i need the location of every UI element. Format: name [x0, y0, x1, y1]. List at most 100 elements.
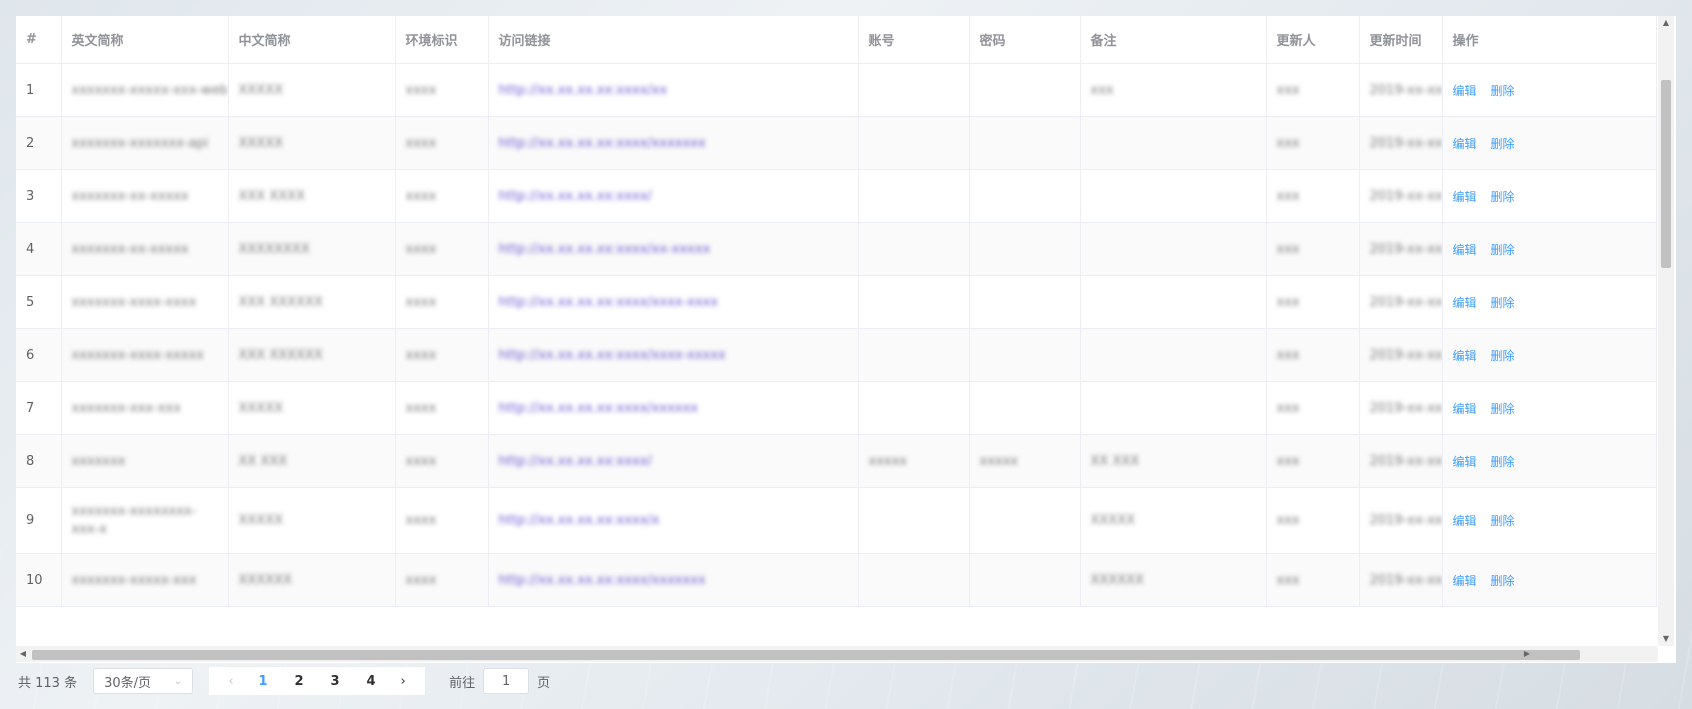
cell-url-text[interactable]: http://xx.xx.xx.xx:xxxx/xxxx-xxxx	[499, 295, 719, 310]
next-page-button[interactable]: ›	[389, 674, 417, 689]
vertical-scrollbar[interactable]: ▲ ▼	[1658, 16, 1674, 646]
cell-time: 2019-xx-xx xx:xx	[1359, 328, 1443, 382]
scroll-right-arrow-icon[interactable]: ▶	[1522, 649, 1532, 659]
delete-button[interactable]: 删除	[1491, 137, 1515, 151]
cell-no: 6	[16, 328, 62, 382]
cell-remark-text: xxx	[1090, 82, 1114, 98]
cell-url[interactable]: http://xx.xx.xx.xx:xxxx/xxxx-xxxxx	[488, 328, 859, 382]
cell-url[interactable]: http://xx.xx.xx.xx:xxxx/xx	[488, 63, 859, 117]
cell-account: xxxxx	[858, 434, 970, 488]
cell-url-text[interactable]: http://xx.xx.xx.xx:xxxx/xxxx-xxxxx	[499, 348, 726, 363]
cell-time-text: 2019-xx-xx xx:xx	[1369, 188, 1442, 204]
cell-account	[858, 381, 970, 435]
goto-page-input[interactable]	[483, 668, 530, 694]
edit-button[interactable]: 编辑	[1453, 137, 1477, 151]
edit-button[interactable]: 编辑	[1453, 349, 1477, 363]
delete-button[interactable]: 删除	[1491, 574, 1515, 588]
cell-no-text: 2	[26, 135, 35, 151]
page-button-4[interactable]: 4	[353, 674, 389, 689]
cell-url[interactable]: http://xx.xx.xx.xx:xxxx/xxxxxxx	[488, 116, 859, 170]
cell-time-text: 2019-xx-xx xx:xx	[1369, 135, 1442, 151]
table-row: 2 xxxxxxx-xxxxxxx-api XXXXX xxxx http://xx.x…	[16, 116, 1657, 170]
edit-button[interactable]: 编辑	[1453, 455, 1477, 469]
cell-url-text[interactable]: http://xx.xx.xx.xx:xxxx/	[499, 454, 652, 469]
cell-updater: xxx	[1266, 116, 1360, 170]
cell-no-text: 4	[26, 241, 35, 257]
cell-url-text[interactable]: http://xx.xx.xx.xx:xxxx/xxxxxxx	[499, 136, 706, 151]
cell-url-text[interactable]: http://xx.xx.xx.xx:xxxx/xxxxxx	[499, 401, 698, 416]
cell-no: 5	[16, 275, 62, 329]
cell-updater: xxx	[1266, 275, 1360, 329]
cell-env: xxxx	[395, 116, 489, 170]
page-button-2[interactable]: 2	[281, 674, 317, 689]
cell-url-text[interactable]: http://xx.xx.xx.xx:xxxx/	[499, 189, 652, 204]
cell-no-text: 5	[26, 294, 35, 310]
cell-cn-text: XXX XXXXXX	[238, 347, 323, 363]
env-links-table: # 英文简称 中文简称 环境标识 访问链接 账号 密码 备注 更新人 更新时间 操作 1 xxxxxx…	[16, 16, 1657, 607]
cell-url[interactable]: http://xx.xx.xx.xx:xxxx/xxxxxx	[488, 381, 859, 435]
edit-button[interactable]: 编辑	[1453, 574, 1477, 588]
delete-button[interactable]: 删除	[1491, 455, 1515, 469]
cell-remark	[1080, 169, 1267, 223]
cell-password	[969, 169, 1081, 223]
cell-url-text[interactable]: http://xx.xx.xx.xx:xxxx/xx-xxxxx	[499, 242, 711, 257]
page-size-select[interactable]: 30条/页 ⌄	[93, 668, 194, 694]
cell-cn: XXXXXXXX	[228, 222, 396, 276]
column-header: #	[16, 16, 62, 64]
cell-env: xxxx	[395, 434, 489, 488]
cell-url[interactable]: http://xx.xx.xx.xx:xxxx/	[488, 169, 859, 223]
scroll-down-arrow-icon[interactable]: ▼	[1661, 634, 1671, 644]
cell-url[interactable]: http://xx.xx.xx.xx:xxxx/xxxx-xxxx	[488, 275, 859, 329]
cell-account	[858, 116, 970, 170]
delete-button[interactable]: 删除	[1491, 190, 1515, 204]
edit-button[interactable]: 编辑	[1453, 514, 1477, 528]
page-button-3[interactable]: 3	[317, 674, 353, 689]
table-body: 1 xxxxxxx-xxxxx-xxx-web XXXXX xxxx http://xx…	[16, 63, 1657, 607]
cell-updater: xxx	[1266, 328, 1360, 382]
edit-button[interactable]: 编辑	[1453, 190, 1477, 204]
edit-button[interactable]: 编辑	[1453, 84, 1477, 98]
delete-button[interactable]: 删除	[1491, 402, 1515, 416]
pagination: 共 113 条 30条/页 ⌄ ‹ 1 2 3 4 › 前往 页	[18, 667, 550, 695]
cell-updater: xxx	[1266, 553, 1360, 607]
scroll-up-arrow-icon[interactable]: ▲	[1661, 18, 1671, 28]
cell-url[interactable]: http://xx.xx.xx.xx:xxxx/xx-xxxxx	[488, 222, 859, 276]
delete-button[interactable]: 删除	[1491, 296, 1515, 310]
cell-url-text[interactable]: http://xx.xx.xx.xx:xxxx/xx	[499, 83, 668, 98]
cell-cn-text: XXX XXXXXX	[238, 294, 323, 310]
cell-env-text: xxxx	[405, 241, 437, 257]
cell-cn: XXXXX	[228, 116, 396, 170]
edit-button[interactable]: 编辑	[1453, 296, 1477, 310]
edit-button[interactable]: 编辑	[1453, 402, 1477, 416]
cell-en: xxxxxxx-xxxxx-xxx	[61, 553, 229, 607]
page-button-1[interactable]: 1	[245, 674, 281, 689]
cell-url-text[interactable]: http://xx.xx.xx.xx:xxxx/xxxxxxx	[499, 573, 706, 588]
delete-button[interactable]: 删除	[1491, 243, 1515, 257]
prev-page-button[interactable]: ‹	[217, 674, 245, 689]
cell-url[interactable]: http://xx.xx.xx.xx:xxxx/x	[488, 487, 859, 554]
delete-button[interactable]: 删除	[1491, 514, 1515, 528]
cell-url-text[interactable]: http://xx.xx.xx.xx:xxxx/x	[499, 513, 660, 528]
cell-time: 2019-xx-xx xx:xx	[1359, 222, 1443, 276]
delete-button[interactable]: 删除	[1491, 84, 1515, 98]
horizontal-scrollbar[interactable]: ◀ ▶	[16, 646, 1658, 662]
vertical-scroll-thumb[interactable]	[1661, 80, 1671, 268]
column-header: 环境标识	[395, 16, 489, 64]
cell-remark: XXXXX	[1080, 487, 1267, 554]
cell-cn-text: XXXXX	[238, 135, 284, 151]
edit-button[interactable]: 编辑	[1453, 243, 1477, 257]
cell-no-text: 10	[26, 572, 43, 588]
cell-time-text: 2019-xx-xx xx:xx	[1369, 453, 1442, 469]
delete-button[interactable]: 删除	[1491, 349, 1515, 363]
cell-no: 8	[16, 434, 62, 488]
cell-env-text: xxxx	[405, 82, 437, 98]
horizontal-scroll-thumb[interactable]	[32, 650, 1580, 660]
cell-no-text: 6	[26, 347, 35, 363]
scroll-left-arrow-icon[interactable]: ◀	[18, 649, 28, 659]
cell-no-text: 3	[26, 188, 35, 204]
pager-list: ‹ 1 2 3 4 ›	[209, 667, 426, 695]
cell-url[interactable]: http://xx.xx.xx.xx:xxxx/	[488, 434, 859, 488]
cell-url[interactable]: http://xx.xx.xx.xx:xxxx/xxxxxxx	[488, 553, 859, 607]
cell-actions: 编辑 删除	[1442, 222, 1657, 276]
goto-page: 前往 页	[449, 668, 550, 694]
